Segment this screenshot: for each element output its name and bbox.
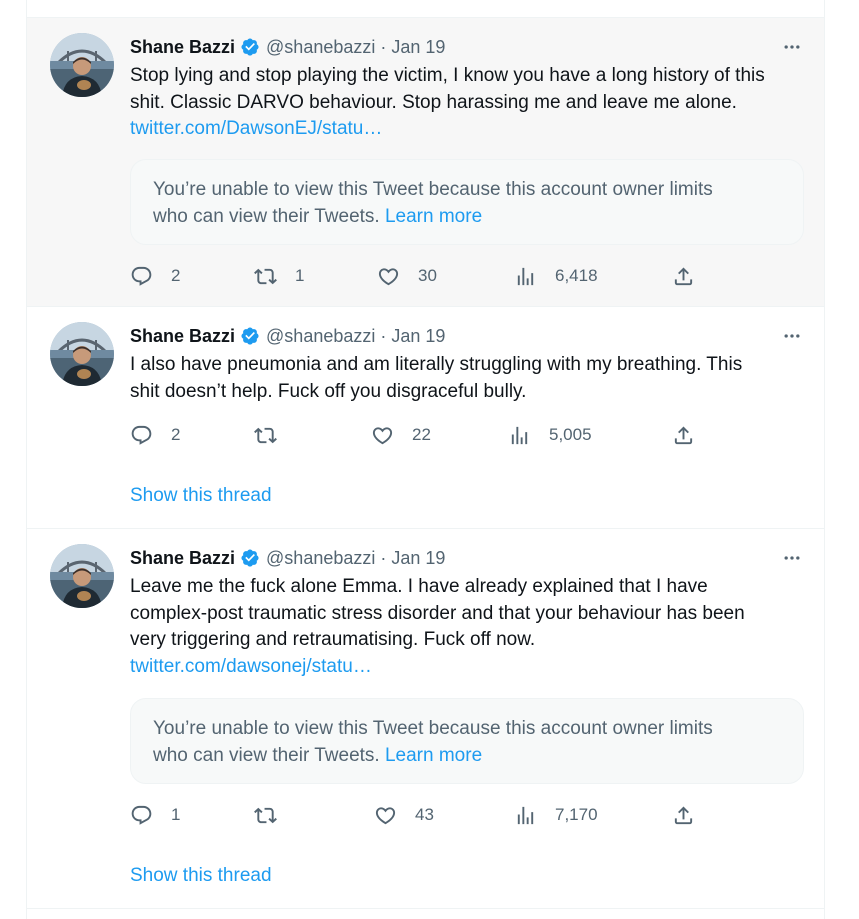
tweet-text-line: I also have pneumonia and am literally s…: [130, 354, 743, 375]
tweet-date[interactable]: Jan 19: [391, 37, 445, 58]
views-icon: [508, 424, 531, 447]
tweet-date[interactable]: Jan 19: [391, 548, 445, 569]
author-name[interactable]: Shane Bazzi: [130, 326, 235, 347]
reply-button[interactable]: 1: [130, 802, 180, 828]
unavailable-quote-card: You’re unable to view this Tweet because…: [130, 159, 804, 245]
tweet[interactable]: Shane Bazzi @shanebazzi · Jan 19 Leave m…: [27, 529, 824, 908]
share-button[interactable]: [672, 422, 695, 448]
tweet-actions: 2 22 5,005: [130, 422, 810, 448]
reply-count: 2: [171, 425, 181, 444]
reply-count: 2: [171, 266, 181, 285]
tweet[interactable]: Shane Bazzi @shanebazzi · Jan 19 Stop ly…: [27, 18, 824, 306]
tweet-actions: 2 1 30 6,418: [130, 263, 810, 289]
verified-badge-icon: [240, 326, 260, 346]
separator-dot: ·: [380, 36, 387, 57]
share-icon: [672, 424, 695, 447]
retweet-icon: [254, 804, 277, 827]
tweet-text: Leave me the fuck alone Emma. I have alr…: [130, 574, 810, 680]
view-count: 5,005: [549, 425, 592, 444]
views-icon: [514, 265, 537, 288]
reply-icon: [130, 265, 153, 288]
tweet-date[interactable]: Jan 19: [391, 326, 445, 347]
retweet-button[interactable]: 1: [254, 263, 304, 289]
tweet-text-line: Leave me the fuck alone Emma. I have alr…: [130, 576, 708, 597]
author-handle[interactable]: @shanebazzi: [266, 548, 375, 569]
reply-icon: [130, 804, 153, 827]
view-count: 7,170: [555, 805, 598, 824]
views-button[interactable]: 7,170: [514, 802, 598, 828]
quote-text-line: who can view their Tweets.: [153, 205, 380, 227]
share-icon: [672, 804, 695, 827]
learn-more-link[interactable]: Learn more: [385, 745, 482, 766]
retweet-icon: [254, 424, 277, 447]
verified-badge-icon: [240, 548, 260, 568]
more-icon[interactable]: [778, 548, 806, 568]
tweet-text: Stop lying and stop playing the victim, …: [130, 63, 810, 143]
like-button[interactable]: 30: [377, 263, 437, 289]
verified-badge-icon: [240, 37, 260, 57]
views-button[interactable]: 6,418: [514, 263, 598, 289]
author-handle[interactable]: @shanebazzi: [266, 326, 375, 347]
tweet-text-line: shit. Classic DARVO behaviour. Stop hara…: [130, 91, 737, 113]
views-icon: [514, 804, 537, 827]
tweet-header: Shane Bazzi @shanebazzi · Jan 19: [130, 547, 445, 569]
like-count: 30: [418, 266, 437, 285]
author-handle[interactable]: @shanebazzi: [266, 37, 375, 58]
retweet-count: 1: [295, 266, 305, 285]
like-count: 22: [412, 425, 431, 444]
tweet-header: Shane Bazzi @shanebazzi · Jan 19: [130, 325, 445, 347]
tweet-link[interactable]: twitter.com/dawsonej/statu…: [130, 654, 810, 681]
share-button[interactable]: [672, 802, 695, 828]
share-icon: [672, 265, 695, 288]
heart-icon: [377, 265, 400, 288]
like-button[interactable]: 22: [371, 422, 431, 448]
retweet-icon: [254, 265, 277, 288]
more-icon[interactable]: [778, 326, 806, 346]
more-icon[interactable]: [778, 37, 806, 57]
show-thread-link[interactable]: Show this thread: [130, 485, 272, 507]
divider: [27, 908, 824, 909]
tweet[interactable]: Shane Bazzi @shanebazzi · Jan 19 I also …: [27, 307, 824, 528]
tweet-text-line: very triggering and retraumatising. Fuck…: [130, 629, 536, 650]
avatar[interactable]: [50, 322, 114, 386]
tweet-header: Shane Bazzi @shanebazzi · Jan 19: [130, 36, 445, 58]
reply-count: 1: [171, 805, 181, 824]
like-button[interactable]: 43: [374, 802, 434, 828]
retweet-button[interactable]: [254, 802, 295, 828]
tweet-text-line: shit doesn’t help. Fuck off you disgrace…: [130, 380, 527, 402]
unavailable-quote-card: You’re unable to view this Tweet because…: [130, 698, 804, 784]
retweet-button[interactable]: [254, 422, 295, 448]
reply-button[interactable]: 2: [130, 422, 180, 448]
author-name[interactable]: Shane Bazzi: [130, 37, 235, 58]
tweet-text-line: complex-post traumatic stress disorder a…: [130, 602, 745, 624]
separator-dot: ·: [380, 547, 387, 568]
quote-text-line: You’re unable to view this Tweet because…: [153, 179, 713, 200]
views-button[interactable]: 5,005: [508, 422, 592, 448]
heart-icon: [374, 804, 397, 827]
quote-text-line: who can view their Tweets.: [153, 744, 380, 766]
heart-icon: [371, 424, 394, 447]
tweet-actions: 1 43 7,170: [130, 802, 810, 828]
reply-button[interactable]: 2: [130, 263, 180, 289]
avatar[interactable]: [50, 544, 114, 608]
learn-more-link[interactable]: Learn more: [385, 206, 482, 227]
show-thread-link[interactable]: Show this thread: [130, 865, 272, 887]
quote-text-line: You’re unable to view this Tweet because…: [153, 718, 713, 739]
avatar[interactable]: [50, 33, 114, 97]
author-name[interactable]: Shane Bazzi: [130, 548, 235, 569]
view-count: 6,418: [555, 266, 598, 285]
tweet-link[interactable]: twitter.com/DawsonEJ/statu…: [130, 116, 810, 143]
tweet-text-line: Stop lying and stop playing the victim, …: [130, 65, 765, 86]
timeline-column: Shane Bazzi @shanebazzi · Jan 19 Stop ly…: [26, 0, 825, 919]
reply-icon: [130, 424, 153, 447]
like-count: 43: [415, 805, 434, 824]
share-button[interactable]: [672, 263, 695, 289]
tweet-text: I also have pneumonia and am literally s…: [130, 352, 810, 405]
separator-dot: ·: [380, 325, 387, 346]
